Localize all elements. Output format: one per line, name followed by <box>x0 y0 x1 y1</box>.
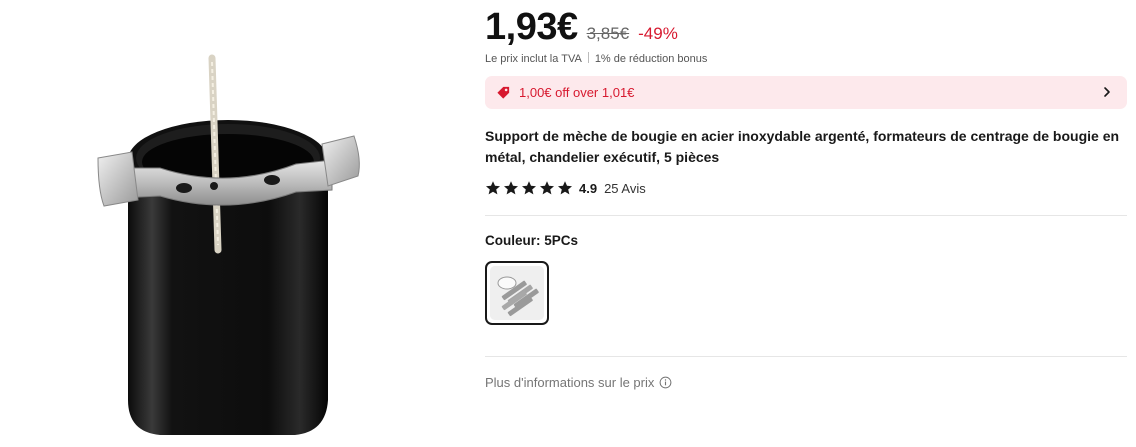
star-icon <box>558 181 572 195</box>
divider <box>485 215 1127 216</box>
separator <box>587 52 589 63</box>
chevron-right-icon[interactable] <box>1100 85 1114 99</box>
current-price: 1,93€ <box>485 6 578 48</box>
divider <box>485 356 1127 357</box>
product-title: Support de mèche de bougie en acier inox… <box>485 128 1120 165</box>
star-rating <box>485 180 573 196</box>
bonus-note: 1% de réduction bonus <box>594 53 708 65</box>
product-image[interactable] <box>60 40 390 447</box>
rating-value: 4.9 <box>579 180 598 196</box>
review-count[interactable]: 25 Avis <box>604 181 646 196</box>
vat-note: Le prix inclut la TVA <box>485 53 582 65</box>
more-info-text: Plus d'informations sur le prix <box>485 375 655 390</box>
original-price: 3,85€ <box>586 24 630 43</box>
color-label: Couleur: 5PCs <box>485 233 579 248</box>
star-icon <box>486 181 500 195</box>
coupon-banner[interactable]: 1,00€ off over 1,01€ <box>485 76 1127 109</box>
coupon-text: 1,00€ off over 1,01€ <box>519 85 635 100</box>
swatch-thumbnail <box>490 266 544 320</box>
star-icon <box>522 181 536 195</box>
discount-badge: -49% <box>638 24 678 43</box>
star-icon <box>504 181 518 195</box>
vat-note-row: Le prix inclut la TVA 1% de réduction bon… <box>485 52 707 65</box>
more-price-info-link[interactable]: Plus d'informations sur le prix <box>485 375 672 390</box>
info-circle-icon[interactable] <box>659 376 672 389</box>
color-swatch-5pcs[interactable] <box>485 261 549 325</box>
rating-row[interactable]: 4.9 25 Avis <box>485 180 646 196</box>
tag-icon <box>496 85 511 100</box>
price-row: 1,93€ 3,85€ -49% <box>485 6 678 49</box>
star-icon <box>540 181 554 195</box>
